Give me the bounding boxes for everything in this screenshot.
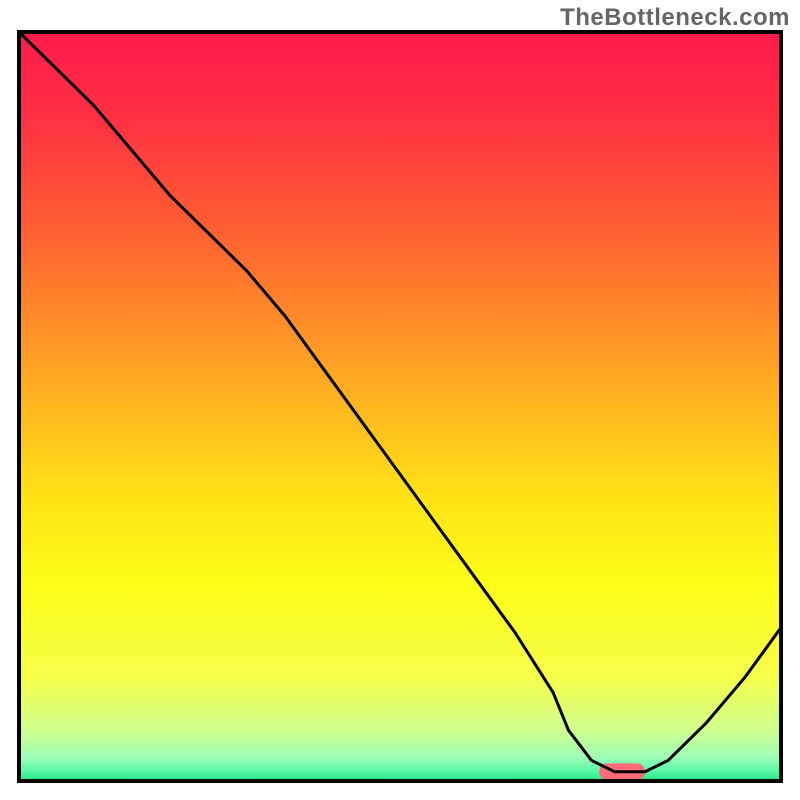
chart-svg bbox=[17, 30, 783, 783]
chart-container: TheBottleneck.com bbox=[0, 0, 800, 800]
watermark-text: TheBottleneck.com bbox=[560, 4, 790, 32]
chart-plot-area bbox=[17, 30, 783, 783]
chart-background bbox=[17, 30, 783, 783]
